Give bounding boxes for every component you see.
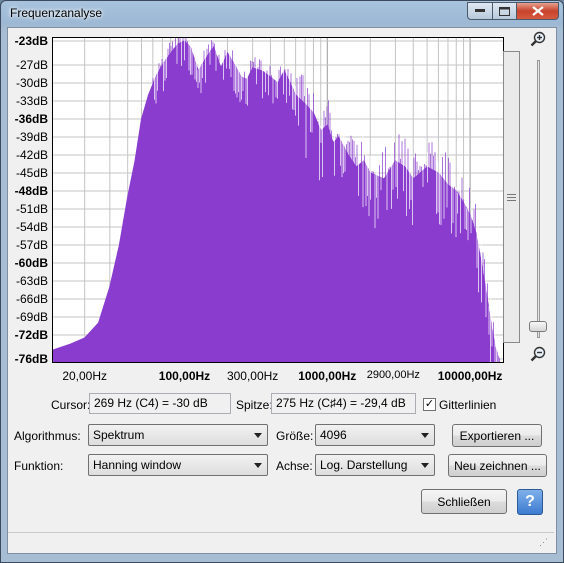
close-window-button[interactable]	[516, 2, 559, 20]
x-tick-label: 20,00Hz	[62, 369, 108, 383]
zoom-out-icon	[530, 346, 546, 362]
resize-grip-icon[interactable]: ⋰	[539, 538, 548, 547]
maximize-button[interactable]	[492, 2, 517, 20]
y-tick-label: -30dB	[15, 76, 48, 90]
help-icon: ?	[525, 493, 535, 510]
algorithm-select[interactable]: Spektrum	[88, 424, 268, 446]
redraw-button[interactable]: Neu zeichnen ...	[448, 454, 547, 477]
y-tick-label: -66dB	[15, 292, 48, 306]
grid-checkbox-label[interactable]: Gitterlinien	[439, 398, 496, 412]
vertical-scrollbar[interactable]	[503, 51, 520, 343]
y-tick-label: -60dB	[14, 256, 48, 270]
chevron-down-icon	[421, 463, 429, 468]
function-select[interactable]: Hanning window	[88, 454, 268, 476]
maximize-icon	[499, 6, 510, 16]
close-icon	[531, 6, 544, 16]
window-title: Frequenzanalyse	[10, 6, 103, 20]
function-label: Funktion:	[14, 459, 64, 473]
export-button[interactable]: Exportieren ...	[452, 424, 542, 447]
zoom-slider-thumb[interactable]	[529, 321, 547, 332]
y-tick-label: -36dB	[14, 112, 48, 126]
size-label: Größe:	[276, 429, 314, 443]
algorithm-value: Spektrum	[93, 428, 145, 442]
zoom-in-icon	[530, 31, 546, 47]
y-tick-label: -69dB	[15, 310, 48, 324]
y-tick-label: -42dB	[15, 148, 48, 162]
axis-label: Achse:	[276, 459, 313, 473]
cursor-value-field: 269 Hz (C4) = -30 dB	[89, 393, 231, 414]
y-tick-label: -23dB	[14, 34, 48, 48]
help-button[interactable]: ?	[517, 489, 543, 515]
chevron-down-icon	[421, 433, 429, 438]
grid-checkbox[interactable]: ✓	[423, 398, 436, 411]
size-value: 4096	[320, 428, 347, 442]
close-button[interactable]: Schließen	[421, 489, 507, 514]
cursor-label: Cursor:	[51, 398, 91, 412]
zoom-slider-track[interactable]	[537, 60, 540, 338]
title-bar[interactable]: Frequenzanalyse	[1, 1, 563, 27]
zoom-out-button[interactable]	[530, 346, 546, 365]
axis-select[interactable]: Log. Darstellung	[315, 454, 435, 476]
chevron-down-icon	[254, 463, 262, 468]
y-tick-label: -48dB	[14, 184, 48, 198]
minimize-icon	[475, 9, 485, 12]
x-tick-label: 2900,00Hz	[366, 369, 420, 381]
algorithm-label: Algorithmus:	[14, 429, 81, 443]
y-tick-label: -72dB	[14, 328, 48, 342]
status-bar	[8, 532, 554, 553]
peak-value-field: 275 Hz (C♯4) = -29,4 dB	[271, 393, 416, 414]
spectrum-chart-svg	[53, 38, 503, 362]
axis-value: Log. Darstellung	[320, 458, 408, 472]
y-tick-label: -39dB	[15, 130, 48, 144]
minimize-button[interactable]	[467, 2, 493, 20]
checkmark-icon: ✓	[424, 398, 435, 410]
x-tick-label: 300,00Hz	[226, 369, 279, 383]
y-tick-label: -76dB	[14, 352, 48, 366]
zoom-in-button[interactable]	[530, 31, 546, 50]
function-value: Hanning window	[93, 458, 182, 472]
y-tick-label: -63dB	[15, 274, 48, 288]
x-tick-label: 100,00Hz	[158, 369, 211, 383]
x-tick-label: 1000,00Hz	[298, 369, 357, 383]
y-tick-label: -57dB	[15, 238, 48, 252]
x-tick-label: 10000,00Hz	[437, 369, 503, 383]
chevron-down-icon	[254, 433, 262, 438]
y-tick-label: -45dB	[15, 166, 48, 180]
y-tick-label: -27dB	[15, 58, 48, 72]
size-select[interactable]: 4096	[315, 424, 435, 446]
scrollbar-grip-icon	[507, 194, 516, 201]
spectrum-plot[interactable]	[52, 37, 504, 363]
y-tick-label: -33dB	[15, 94, 48, 108]
y-tick-label: -54dB	[15, 220, 48, 234]
peak-label: Spitze:	[236, 398, 273, 412]
y-tick-label: -51dB	[15, 202, 48, 216]
